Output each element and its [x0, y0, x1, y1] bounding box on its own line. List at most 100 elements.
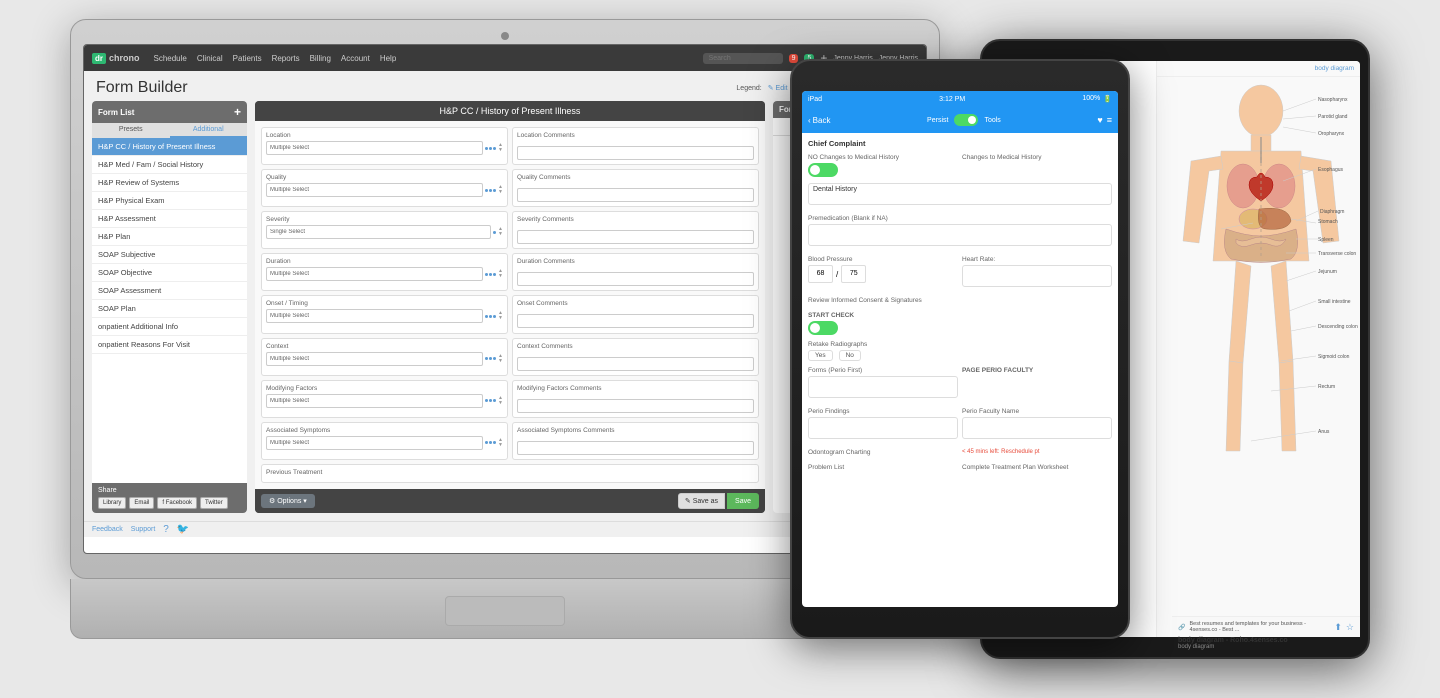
bp-systolic[interactable]: 68: [808, 265, 833, 283]
list-item[interactable]: H&P Physical Exam: [92, 192, 247, 210]
list-item[interactable]: SOAP Subjective: [92, 246, 247, 264]
list-item[interactable]: H&P Review of Systems: [92, 174, 247, 192]
onset-select[interactable]: [266, 309, 483, 323]
persist-toggle[interactable]: [954, 114, 978, 126]
duration-arrows[interactable]: ▲▼: [498, 269, 503, 279]
severity-comment-input[interactable]: [517, 230, 754, 244]
form-builder-header: H&P CC / History of Present Illness: [255, 101, 765, 121]
field-context: Context ▲▼: [261, 338, 508, 376]
quality-arrows[interactable]: ▲▼: [498, 185, 503, 195]
premedication-field[interactable]: [808, 224, 1112, 246]
start-check-row: START CHECK: [808, 312, 1112, 335]
share-icon[interactable]: ⬆: [1334, 622, 1342, 633]
nav-account[interactable]: Account: [341, 54, 370, 63]
bp-diastolic[interactable]: 75: [841, 265, 866, 283]
add-form-icon[interactable]: +: [234, 105, 241, 119]
no-button[interactable]: No: [839, 350, 861, 361]
duration-select[interactable]: [266, 267, 483, 281]
footer-support[interactable]: Support: [131, 526, 156, 533]
symptoms-arrows[interactable]: ▲▼: [498, 438, 503, 448]
list-item[interactable]: SOAP Objective: [92, 264, 247, 282]
forms-perio-field[interactable]: [808, 376, 958, 398]
search-input[interactable]: [703, 53, 783, 64]
context-select[interactable]: [266, 352, 483, 366]
severity-dots: [493, 231, 496, 234]
tab-additional[interactable]: Additional: [170, 123, 248, 138]
list-item[interactable]: H&P Plan: [92, 228, 247, 246]
body-diagram-svg: Nasopharynx Parotid gland Oropharynx Eso…: [1161, 81, 1361, 461]
context-arrows[interactable]: ▲▼: [498, 354, 503, 364]
quality-comment-input[interactable]: [517, 188, 754, 202]
perio-findings-field[interactable]: [808, 417, 958, 439]
context-comment-input[interactable]: [517, 357, 754, 371]
nav-schedule[interactable]: Schedule: [154, 54, 187, 63]
form-list-tabs: Presets Additional: [92, 123, 247, 138]
heart-rate-field[interactable]: [962, 265, 1112, 287]
retake-radio-row: Retake Radiographs Yes No: [808, 341, 1112, 361]
svg-text:Diaphragm: Diaphragm: [1320, 209, 1344, 215]
share-library-btn[interactable]: Library: [98, 497, 126, 509]
perio-faculty-field[interactable]: [962, 417, 1112, 439]
chevron-left-icon: ‹: [808, 116, 811, 125]
nav-billing[interactable]: Billing: [310, 54, 331, 63]
ipad-back-button[interactable]: ‹ Back: [808, 116, 830, 125]
ipad-nav-center: Persist Tools: [834, 114, 1093, 126]
list-item[interactable]: H&P Med / Fam / Social History: [92, 156, 247, 174]
list-item[interactable]: onpatient Reasons For Visit: [92, 336, 247, 354]
share-facebook-btn[interactable]: f Facebook: [157, 497, 197, 509]
quality-select[interactable]: [266, 183, 483, 197]
list-item[interactable]: H&P Assessment: [92, 210, 247, 228]
list-item[interactable]: SOAP Plan: [92, 300, 247, 318]
severity-select[interactable]: [266, 225, 491, 239]
dental-history-field[interactable]: Dental History: [808, 183, 1112, 205]
trackpad[interactable]: [445, 596, 565, 626]
help-icon[interactable]: ?: [163, 524, 169, 535]
tablet-right-panel: body diagram: [1157, 61, 1361, 637]
save-button[interactable]: Save: [727, 493, 759, 509]
no-changes-toggle[interactable]: [808, 163, 838, 177]
bp-heartrate-row: Blood Pressure 68 / 75 Heart Rate:: [808, 256, 1112, 291]
share-twitter-btn[interactable]: Twitter: [200, 497, 228, 509]
modifying-select[interactable]: [266, 394, 483, 408]
field-symptoms: Associated Symptoms ▲▼: [261, 422, 508, 460]
nav-clinical[interactable]: Clinical: [197, 54, 223, 63]
save-as-button[interactable]: ✎ Save as: [678, 493, 725, 509]
location-arrows[interactable]: ▲▼: [498, 143, 503, 153]
list-item[interactable]: H&P CC / History of Present Illness: [92, 138, 247, 156]
dental-history-row: Dental History: [808, 183, 1112, 209]
quality-dots: [485, 189, 496, 192]
list-item[interactable]: onpatient Additional Info: [92, 318, 247, 336]
app-logo: dr chrono: [92, 53, 140, 64]
form-builder-body: Location ▲▼: [255, 121, 765, 489]
nav-patients[interactable]: Patients: [233, 54, 262, 63]
location-select[interactable]: [266, 141, 483, 155]
menu-icon[interactable]: ≡: [1107, 115, 1112, 125]
tab-presets[interactable]: Presets: [92, 123, 170, 138]
nav-help[interactable]: Help: [380, 54, 396, 63]
share-email-btn[interactable]: Email: [129, 497, 154, 509]
onset-comment-input[interactable]: [517, 314, 754, 328]
symptoms-comment-input[interactable]: [517, 441, 754, 455]
field-prev-treatment: Previous Treatment: [261, 464, 759, 483]
logo-chrono: chrono: [109, 53, 140, 63]
twitter-icon[interactable]: 🐦: [177, 524, 189, 535]
nav-reports[interactable]: Reports: [272, 54, 300, 63]
options-button[interactable]: ⚙ Options ▾: [261, 494, 315, 508]
list-item[interactable]: SOAP Assessment: [92, 282, 247, 300]
legend-edit[interactable]: ✎ Edit: [768, 84, 788, 92]
modifying-comment-input[interactable]: [517, 399, 754, 413]
heart-icon[interactable]: ♥: [1097, 115, 1102, 125]
location-comment-input[interactable]: [517, 146, 754, 160]
yes-button[interactable]: Yes: [808, 350, 833, 361]
duration-comment-input[interactable]: [517, 272, 754, 286]
changes-col: Changes to Medical History: [962, 154, 1112, 177]
modifying-arrows[interactable]: ▲▼: [498, 396, 503, 406]
onset-arrows[interactable]: ▲▼: [498, 311, 503, 321]
footer-feedback[interactable]: Feedback: [92, 526, 123, 533]
bookmark-icon[interactable]: ☆: [1346, 622, 1354, 633]
start-check-toggle[interactable]: [808, 321, 838, 335]
severity-arrows[interactable]: ▲▼: [498, 227, 503, 237]
form-list-header: Form List +: [92, 101, 247, 123]
svg-text:Spleen: Spleen: [1318, 237, 1334, 243]
symptoms-select[interactable]: [266, 436, 483, 450]
